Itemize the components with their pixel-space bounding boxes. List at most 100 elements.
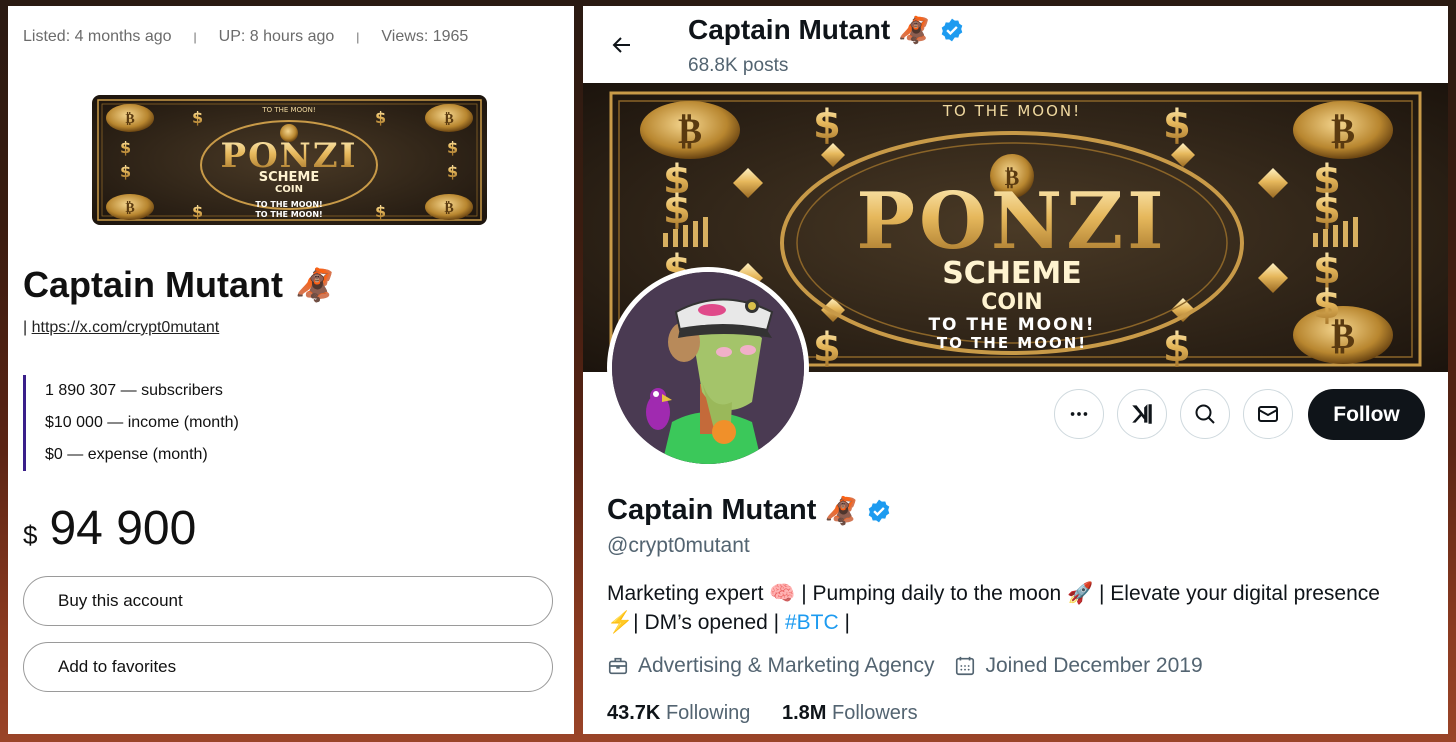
- profile-panel: Captain Mutant 🦧 68.8K posts ₿ ₿ ₿ ₿ $ $ …: [583, 6, 1448, 734]
- following-link[interactable]: 43.7K Following: [607, 702, 750, 724]
- verified-badge-icon: [941, 18, 962, 42]
- stat-income: $10 000 — income (month): [45, 414, 239, 431]
- bio-text: | DM’s opened |: [633, 611, 785, 634]
- listing-meta: Listed: 4 months ago | UP: 8 hours ago |…: [23, 28, 468, 46]
- more-button[interactable]: [1054, 389, 1104, 439]
- bio-text: | Pumping daily to the moon: [795, 582, 1068, 605]
- more-icon: [1070, 412, 1088, 416]
- category-text: Advertising & Marketing Agency: [638, 654, 935, 677]
- svg-text:₿: ₿: [1331, 110, 1355, 152]
- listing-thumbnail: ₿ ₿ ₿ ₿ $ $ $ $ $ $ $ $ TO THE MOON! PONZI S…: [92, 95, 487, 225]
- svg-text:SCHEME: SCHEME: [259, 170, 319, 185]
- svg-text:$: $: [813, 102, 841, 148]
- profile-name-text: Captain Mutant: [607, 494, 817, 526]
- svg-text:PONZI: PONZI: [856, 176, 1167, 267]
- stat-subscribers: 1 890 307 — subscribers: [45, 382, 223, 399]
- ponzi-banner-image: ₿ ₿ ₿ ₿ $ $ $ $ $ $ $ $ TO THE MOON! PONZI S…: [92, 95, 487, 225]
- svg-text:$: $: [447, 138, 458, 157]
- followers-link[interactable]: 1.8M Followers: [782, 702, 918, 724]
- orangutan-emoji-icon: 🦧: [824, 495, 859, 526]
- svg-text:₿: ₿: [678, 110, 702, 152]
- svg-text:TO THE MOON!: TO THE MOON!: [928, 315, 1095, 335]
- back-button[interactable]: [607, 30, 637, 60]
- listing-title: Captain Mutant 🦧: [23, 264, 335, 306]
- mail-icon: [1258, 406, 1278, 422]
- grok-icon: [1132, 404, 1152, 424]
- brain-emoji-icon: 🧠: [769, 582, 796, 605]
- svg-text:$: $: [192, 108, 203, 127]
- stat-expense: $0 — expense (month): [45, 446, 208, 463]
- profile-link[interactable]: https://x.com/crypt0mutant: [32, 319, 220, 336]
- svg-text:₿: ₿: [444, 111, 453, 127]
- svg-text:$: $: [1163, 325, 1191, 371]
- svg-text:₿: ₿: [125, 200, 134, 216]
- meta-separator: |: [356, 30, 360, 44]
- bio-text: | Elevate your digital presence: [1093, 582, 1380, 605]
- svg-text:TO THE MOON!: TO THE MOON!: [942, 102, 1081, 120]
- price-currency: $: [23, 520, 38, 550]
- buy-account-button[interactable]: Buy this account: [23, 576, 553, 626]
- listing-panel: Listed: 4 months ago | UP: 8 hours ago |…: [8, 6, 574, 734]
- profile-handle: @crypt0mutant: [607, 534, 750, 557]
- svg-text:TO THE MOON!: TO THE MOON!: [937, 334, 1087, 352]
- lightning-emoji-icon: ⚡: [607, 611, 634, 634]
- svg-text:COIN: COIN: [275, 184, 303, 195]
- link-prefix: |: [23, 319, 28, 336]
- following-label: Following: [665, 702, 751, 724]
- profile-joined: Joined December 2019: [954, 654, 1203, 678]
- followers-label: Followers: [832, 702, 918, 724]
- zombie-ape-avatar-image: [612, 272, 804, 464]
- svg-text:₿: ₿: [444, 200, 453, 216]
- grok-button[interactable]: [1117, 389, 1167, 439]
- listed-time: Listed: 4 months ago: [23, 28, 172, 45]
- profile-name: Captain Mutant 🦧: [607, 494, 892, 527]
- svg-text:$: $: [1163, 102, 1191, 148]
- svg-text:$: $: [375, 108, 386, 127]
- svg-text:$: $: [120, 162, 131, 181]
- briefcase-icon: [608, 657, 628, 675]
- listing-stats: 1 890 307 — subscribers $10 000 — income…: [23, 375, 239, 471]
- profile-avatar[interactable]: [607, 267, 809, 469]
- profile-link-row: | https://x.com/crypt0mutant: [23, 319, 219, 337]
- listing-title-text: Captain Mutant: [23, 264, 283, 305]
- header-title: Captain Mutant 🦧: [688, 14, 965, 46]
- orangutan-emoji-icon: 🦧: [898, 14, 931, 45]
- arrow-left-icon: [612, 37, 630, 53]
- hashtag-link[interactable]: #BTC: [785, 611, 839, 634]
- svg-text:₿: ₿: [125, 111, 134, 127]
- svg-text:$: $: [447, 162, 458, 181]
- joined-text: Joined December 2019: [985, 654, 1203, 677]
- price-amount: 94 900: [49, 502, 197, 555]
- bio-text: Marketing expert: [607, 582, 770, 605]
- svg-text:TO THE MOON!: TO THE MOON!: [255, 210, 322, 219]
- follow-stats: 43.7K Following 1.8M Followers: [607, 702, 944, 725]
- views-count: Views: 1965: [381, 28, 469, 45]
- svg-text:COIN: COIN: [981, 290, 1042, 315]
- svg-text:$: $: [375, 202, 386, 221]
- search-icon: [1195, 404, 1215, 424]
- search-button[interactable]: [1180, 389, 1230, 439]
- header-name: Captain Mutant: [688, 14, 891, 45]
- following-count: 43.7K: [607, 702, 661, 724]
- follow-button[interactable]: Follow: [1308, 389, 1425, 440]
- svg-text:$: $: [813, 325, 841, 371]
- profile-bio: Marketing expert 🧠 | Pumping daily to th…: [607, 579, 1437, 637]
- svg-text:$: $: [120, 138, 131, 157]
- listing-price: $ 94 900: [23, 501, 196, 556]
- add-to-favorites-button[interactable]: Add to favorites: [23, 642, 553, 692]
- updated-time: UP: 8 hours ago: [218, 28, 335, 45]
- svg-text:$: $: [192, 202, 203, 221]
- rocket-emoji-icon: 🚀: [1067, 582, 1094, 605]
- orangutan-emoji-icon: 🦧: [294, 267, 335, 303]
- svg-text:TO THE MOON!: TO THE MOON!: [261, 106, 315, 114]
- calendar-icon: [956, 656, 975, 676]
- posts-count: 68.8K posts: [688, 55, 789, 76]
- profile-category: Advertising & Marketing Agency: [607, 654, 934, 678]
- svg-text:TO THE MOON!: TO THE MOON!: [255, 200, 322, 209]
- meta-separator: |: [193, 30, 197, 44]
- message-button[interactable]: [1243, 389, 1293, 439]
- bio-text: |: [838, 611, 850, 634]
- svg-text:$: $: [1313, 282, 1341, 328]
- svg-text:SCHEME: SCHEME: [942, 256, 1082, 291]
- profile-meta: Advertising & Marketing Agency Joined De…: [607, 654, 1223, 678]
